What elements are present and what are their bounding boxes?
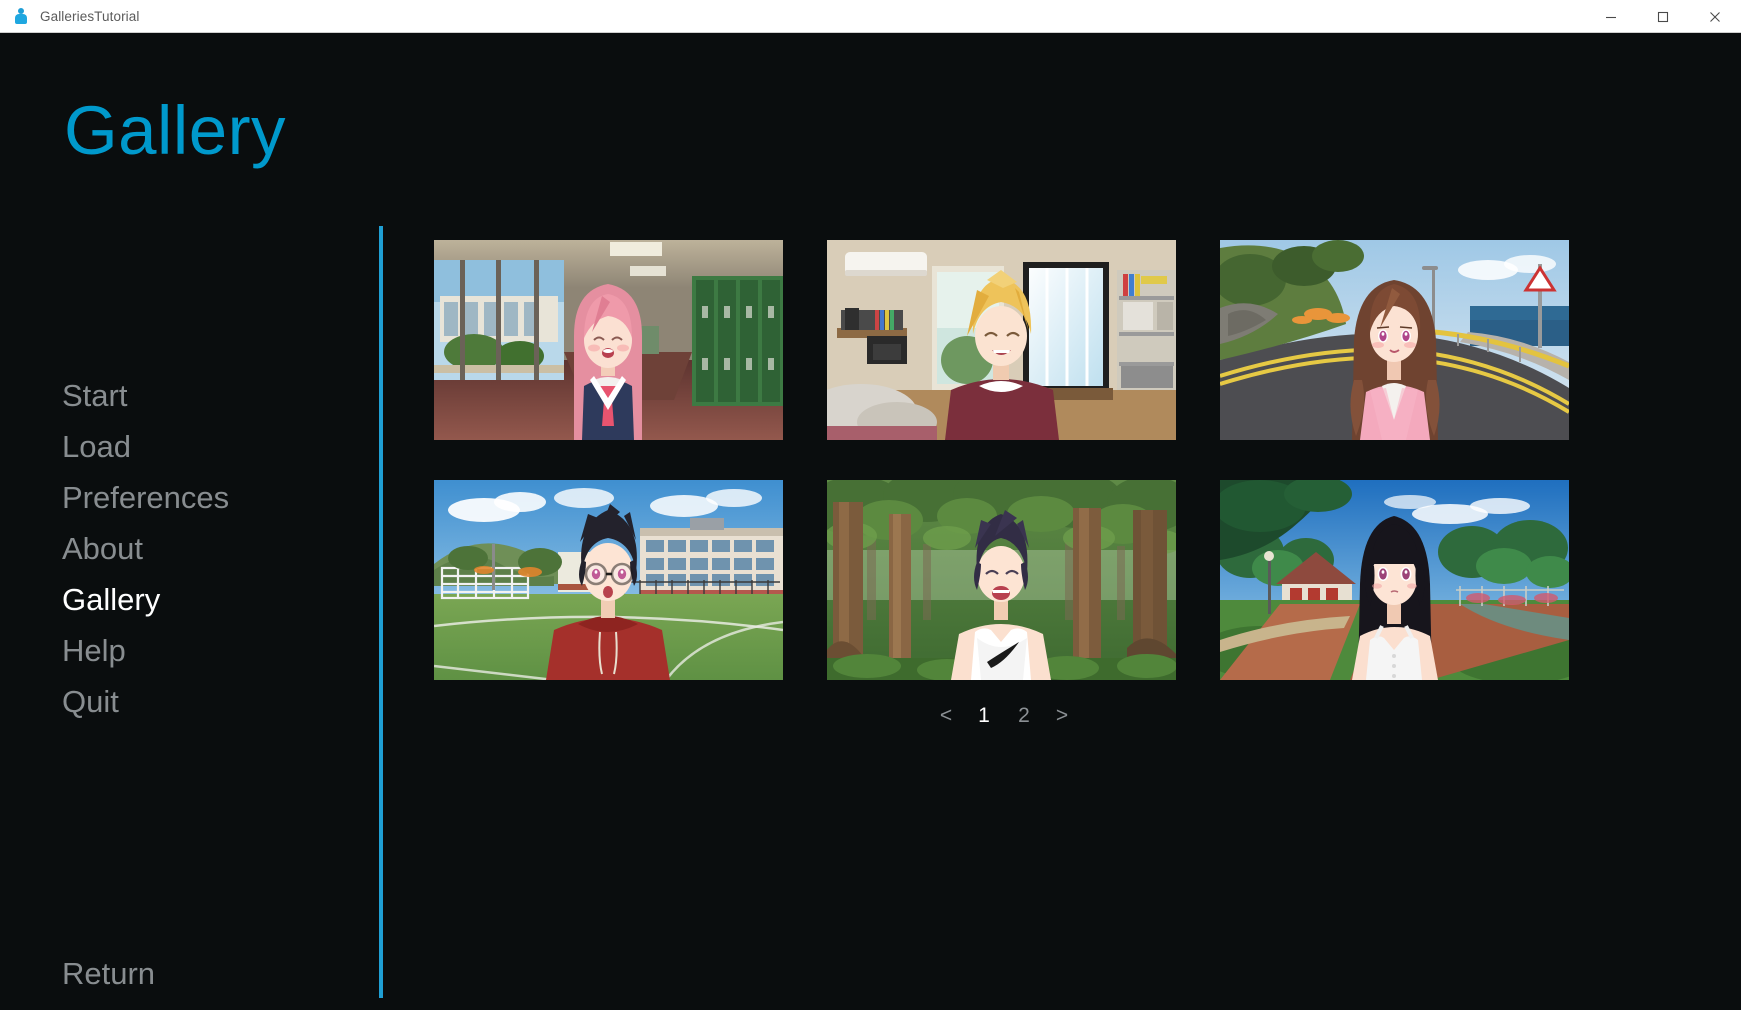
game-viewport: Gallery Start Load Preferences About Gal… — [0, 33, 1741, 1010]
nav-item-quit[interactable]: Quit — [62, 676, 322, 727]
title-bar: GalleriesTutorial — [0, 0, 1741, 33]
thumbnail-art-hallway-pink-girl — [434, 240, 783, 440]
nav-item-start[interactable]: Start — [62, 370, 322, 421]
return-button[interactable]: Return — [62, 954, 155, 994]
gallery-thumbnail-1[interactable] — [434, 240, 783, 440]
gallery-thumbnail-6[interactable] — [1220, 480, 1569, 680]
thumbnail-art-coastal-road-girl — [1220, 240, 1569, 440]
page-title: Gallery — [64, 92, 287, 169]
window-controls — [1585, 0, 1741, 33]
renpy-app-icon — [13, 8, 29, 24]
gallery-thumbnail-5[interactable] — [827, 480, 1176, 680]
maximize-icon[interactable] — [1637, 0, 1689, 33]
nav-item-load[interactable]: Load — [62, 421, 322, 472]
nav-item-about[interactable]: About — [62, 523, 322, 574]
minimize-icon[interactable] — [1585, 0, 1637, 33]
thumbnail-art-bedroom-blond-boy — [827, 240, 1176, 440]
pagination-page-1[interactable]: 1 — [964, 701, 1004, 731]
thumbnail-art-sports-field-glasses-boy — [434, 480, 783, 680]
thumbnail-art-forest-tanktop-character — [827, 480, 1176, 680]
gallery-thumbnail-2[interactable] — [827, 240, 1176, 440]
gallery-thumbnail-4[interactable] — [434, 480, 783, 680]
pagination-prev-button[interactable]: < — [928, 701, 964, 731]
nav-item-preferences[interactable]: Preferences — [62, 472, 322, 523]
pagination-next-button[interactable]: > — [1044, 701, 1080, 731]
gallery-grid — [434, 240, 1574, 680]
nav-item-help[interactable]: Help — [62, 625, 322, 676]
window-title: GalleriesTutorial — [40, 8, 140, 24]
nav-item-gallery[interactable]: Gallery — [62, 574, 322, 625]
close-icon[interactable] — [1689, 0, 1741, 33]
gallery-thumbnail-3[interactable] — [1220, 240, 1569, 440]
thumbnail-art-park-black-hair-girl — [1220, 480, 1569, 680]
gallery-pagination: < 1 2 > — [434, 701, 1574, 731]
navigation-menu: Start Load Preferences About Gallery Hel… — [62, 370, 322, 727]
application-window: GalleriesTutorial Gallery Start Load Pre… — [0, 0, 1741, 1010]
pagination-page-2[interactable]: 2 — [1004, 701, 1044, 731]
vertical-accent-divider — [379, 226, 383, 998]
